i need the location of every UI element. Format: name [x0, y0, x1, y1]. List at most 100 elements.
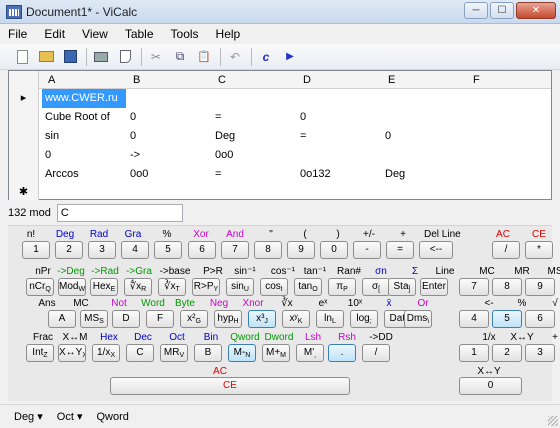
column-header-b[interactable]: B [130, 71, 214, 89]
keypad-key[interactable]: ModW [58, 278, 86, 296]
table-cell[interactable]: 0 [127, 127, 211, 146]
keypad-key[interactable]: sinU [226, 278, 254, 296]
print-preview-icon[interactable] [117, 49, 133, 65]
resize-grip-icon[interactable] [548, 416, 558, 426]
keypad-key[interactable]: 0 [459, 377, 522, 395]
new-row-marker[interactable]: ✱ [9, 184, 39, 200]
keypad-key[interactable]: - [353, 241, 381, 259]
keypad-key[interactable]: 1 [459, 344, 489, 362]
keypad-key[interactable]: x³J [248, 310, 276, 328]
table-cell[interactable]: Deg [382, 165, 466, 184]
keypad-key[interactable]: ∜xR [124, 278, 152, 296]
keypad-key[interactable]: 4 [121, 241, 149, 259]
keypad-key[interactable]: <-- [419, 241, 453, 259]
table-cell[interactable]: Arccos [42, 165, 126, 184]
keypad-key[interactable]: lnL [316, 310, 344, 328]
keypad-key[interactable]: hypH [214, 310, 242, 328]
keypad-key[interactable]: nCrQ [26, 278, 54, 296]
table-cell[interactable] [382, 146, 466, 165]
keypad-key[interactable]: log; [350, 310, 378, 328]
table-cell[interactable] [467, 165, 551, 184]
keypad-key[interactable]: 8 [254, 241, 282, 259]
table-cell[interactable]: sin [42, 127, 126, 146]
column-header-a[interactable]: A [45, 71, 129, 89]
keypad-key[interactable]: R>PY [192, 278, 220, 296]
undo-icon[interactable]: ↶ [227, 49, 243, 65]
keypad-key[interactable]: 1/xX [92, 344, 120, 362]
table-cell[interactable] [467, 89, 551, 108]
keypad-key[interactable]: 3 [525, 344, 555, 362]
row-marker[interactable]: ▸ [9, 89, 39, 108]
row-marker[interactable] [9, 146, 39, 165]
keypad-key[interactable]: X↔YX [58, 344, 86, 362]
row-marker[interactable] [9, 127, 39, 146]
menu-tools[interactable]: Tools [171, 27, 199, 41]
menu-view[interactable]: View [82, 27, 108, 41]
keypad-key[interactable]: MSS [80, 310, 108, 328]
keypad-key[interactable]: 5 [154, 241, 182, 259]
keypad-key[interactable]: M', [296, 344, 324, 362]
keypad-key[interactable]: 6 [188, 241, 216, 259]
keypad-key[interactable]: / [362, 344, 390, 362]
keypad-key[interactable]: C [126, 344, 154, 362]
save-icon[interactable] [62, 49, 78, 65]
keypad-key[interactable]: σ[ [362, 278, 390, 296]
table-cell[interactable]: Cube Root of [42, 108, 126, 127]
keypad-key[interactable]: HexE [90, 278, 118, 296]
table-cell[interactable]: = [212, 108, 296, 127]
keypad-key[interactable]: D [112, 310, 140, 328]
command-input[interactable]: C [56, 204, 183, 222]
keypad-key[interactable]: F [146, 310, 174, 328]
cut-icon[interactable]: ✂ [148, 49, 164, 65]
new-document-icon[interactable] [14, 49, 30, 65]
table-cell[interactable]: Deg [212, 127, 296, 146]
close-button[interactable]: ✕ [516, 2, 556, 19]
keypad-key[interactable]: 3 [88, 241, 116, 259]
minimize-button[interactable]: ─ [464, 2, 488, 19]
keypad-key[interactable]: 2 [492, 344, 522, 362]
keypad-key[interactable]: 7 [221, 241, 249, 259]
column-header-d[interactable]: D [300, 71, 384, 89]
keypad-key[interactable]: x²G [180, 310, 208, 328]
keypad-key[interactable]: 8 [492, 278, 522, 296]
table-cell[interactable]: 0o132 [297, 165, 381, 184]
maximize-button[interactable]: ☐ [490, 2, 514, 19]
keypad-key[interactable]: IntZ [26, 344, 54, 362]
function-icon[interactable]: c [258, 49, 274, 65]
column-header-f[interactable]: F [470, 71, 550, 89]
menu-edit[interactable]: Edit [44, 27, 65, 41]
table-cell[interactable]: = [212, 165, 296, 184]
paste-icon[interactable]: 📋 [196, 49, 212, 65]
table-cell[interactable] [467, 108, 551, 127]
keypad-key[interactable]: 1 [22, 241, 50, 259]
copy-icon[interactable]: ⧉ [172, 49, 188, 65]
word-size-dropdown[interactable]: Qword [97, 411, 129, 423]
run-icon[interactable]: ▶ [282, 49, 298, 65]
spreadsheet-grid[interactable]: A B C D E F ▸ www.CWER.ru Cube Root of 0… [8, 70, 552, 200]
table-cell[interactable]: 0 [127, 108, 211, 127]
keypad-key[interactable]: M+M [262, 344, 290, 362]
menu-help[interactable]: Help [216, 27, 241, 41]
table-cell[interactable] [212, 89, 296, 108]
keypad-key[interactable]: tanO [294, 278, 322, 296]
table-cell[interactable]: 0 [42, 146, 126, 165]
table-cell[interactable] [467, 127, 551, 146]
keypad-key[interactable]: CE [110, 377, 350, 395]
table-cell[interactable] [382, 89, 466, 108]
keypad-key[interactable]: Enter [420, 278, 448, 296]
keypad-key[interactable]: 5 [492, 310, 522, 328]
row-marker[interactable] [9, 108, 39, 127]
column-header-e[interactable]: E [385, 71, 469, 89]
menu-table[interactable]: Table [125, 27, 154, 41]
keypad-key[interactable]: 9 [287, 241, 315, 259]
row-marker[interactable] [9, 165, 39, 184]
keypad-key[interactable]: 9 [525, 278, 555, 296]
open-folder-icon[interactable] [38, 49, 54, 65]
keypad-key[interactable]: 7 [459, 278, 489, 296]
table-cell[interactable]: = [297, 127, 381, 146]
number-base-dropdown[interactable]: Oct ▾ [57, 410, 83, 423]
keypad-key[interactable]: B [194, 344, 222, 362]
angle-mode-dropdown[interactable]: Deg ▾ [14, 410, 43, 423]
table-cell[interactable]: 0 [382, 127, 466, 146]
keypad-key[interactable]: 2 [55, 241, 83, 259]
